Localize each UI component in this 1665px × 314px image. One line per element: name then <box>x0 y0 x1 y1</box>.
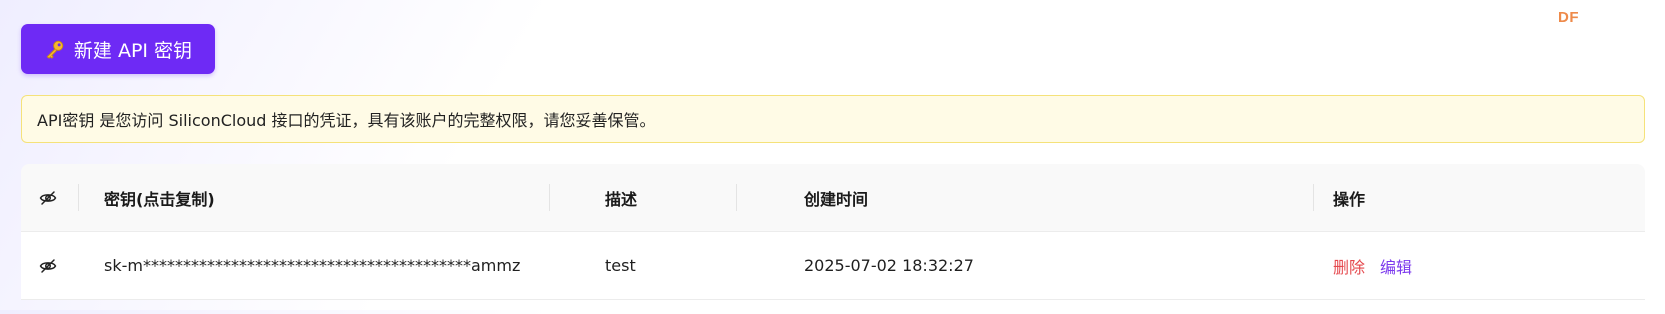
api-key-description: test <box>605 256 636 275</box>
row-actions: 删除 编辑 <box>1333 232 1427 299</box>
delete-key-link[interactable]: 删除 <box>1333 254 1365 278</box>
column-divider <box>78 184 79 211</box>
column-divider <box>736 184 737 211</box>
notice-text: API密钥 是您访问 SiliconCloud 接口的凭证，具有该账户的完整权限… <box>37 111 656 130</box>
api-key-created-at: 2025-07-02 18:32:27 <box>804 256 974 275</box>
api-key-table: 密钥(点击复制) 描述 创建时间 操作 sk-m****************… <box>21 164 1645 314</box>
column-header-actions: 操作 <box>1333 189 1366 209</box>
column-divider <box>1313 184 1314 211</box>
new-api-key-button[interactable]: 新建 API 密钥 <box>21 24 215 74</box>
api-key-notice: API密钥 是您访问 SiliconCloud 接口的凭证，具有该账户的完整权限… <box>21 95 1645 143</box>
column-header-description: 描述 <box>605 189 638 209</box>
column-header-created-at: 创建时间 <box>804 189 869 209</box>
toggle-all-visibility-icon[interactable] <box>39 164 57 231</box>
column-divider <box>549 184 550 211</box>
edit-key-link[interactable]: 编辑 <box>1380 254 1412 278</box>
table-header: 密钥(点击复制) 描述 创建时间 操作 <box>21 164 1645 232</box>
new-api-key-label: 新建 API 密钥 <box>73 39 193 62</box>
toggle-key-visibility-icon[interactable] <box>39 232 57 299</box>
watermark-logo: DF <box>1558 9 1579 26</box>
table-row: sk-m************************************… <box>21 232 1645 300</box>
key-icon <box>44 38 66 60</box>
api-key-value[interactable]: sk-m************************************… <box>104 232 520 299</box>
column-header-key: 密钥(点击复制) <box>104 189 215 209</box>
